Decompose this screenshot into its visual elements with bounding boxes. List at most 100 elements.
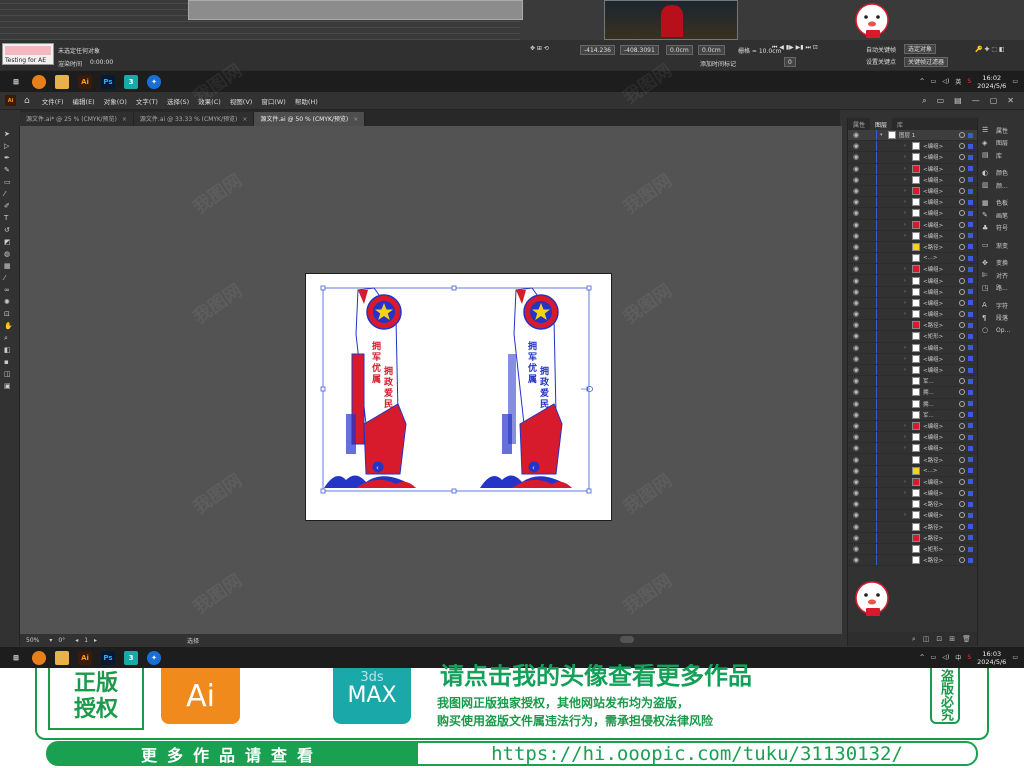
layer-row[interactable]: ◉ <路径> bbox=[848, 499, 977, 511]
layer-row[interactable]: ◉ › <编组> bbox=[848, 197, 977, 209]
layer-name[interactable]: <路径> bbox=[923, 534, 959, 542]
layer-name[interactable]: <编组> bbox=[923, 478, 959, 486]
auto-key-option[interactable]: 自动关键帧 bbox=[866, 45, 896, 54]
layer-row[interactable]: ◉ › <编组> bbox=[848, 152, 977, 164]
layer-row[interactable]: ◉ › <编组> bbox=[848, 264, 977, 276]
visibility-eye-icon[interactable]: ◉ bbox=[848, 221, 864, 229]
expand-chevron-icon[interactable]: › bbox=[904, 289, 912, 295]
layer-name[interactable]: <编组> bbox=[923, 277, 959, 285]
rotate-tool-icon[interactable]: ↺ bbox=[4, 226, 16, 234]
selection-indicator[interactable] bbox=[968, 188, 973, 194]
target-icon[interactable] bbox=[959, 344, 965, 351]
coord-y-field[interactable]: -408.3091 bbox=[620, 45, 660, 55]
tab-doc-2[interactable]: 源文件.ai @ 33.33 % (CMYK/预览) × bbox=[133, 112, 255, 126]
expand-chevron-icon[interactable]: › bbox=[904, 166, 912, 172]
notification-icon[interactable]: ▭ bbox=[1012, 654, 1018, 661]
visibility-eye-icon[interactable]: ◉ bbox=[848, 310, 864, 318]
selection-indicator[interactable] bbox=[968, 445, 973, 451]
selection-indicator[interactable] bbox=[968, 345, 973, 351]
menu-help[interactable]: 帮助(H) bbox=[295, 96, 318, 106]
illustrator-icon[interactable]: Ai bbox=[78, 650, 92, 665]
expand-chevron-icon[interactable]: › bbox=[904, 423, 912, 429]
visibility-eye-icon[interactable]: ◉ bbox=[848, 355, 864, 363]
selected-object-dropdown[interactable]: 选定对象 bbox=[904, 44, 937, 54]
panel-properties[interactable]: ☰ 属性 bbox=[978, 124, 1024, 137]
layer-name[interactable]: <路径> bbox=[923, 500, 959, 508]
zoom-field[interactable]: 50% bbox=[26, 637, 39, 644]
layer-row[interactable]: ◉ <路径> bbox=[848, 555, 977, 567]
expand-chevron-icon[interactable]: › bbox=[904, 367, 912, 373]
panel-layers[interactable]: ◈ 图层 bbox=[978, 137, 1024, 150]
visibility-eye-icon[interactable]: ◉ bbox=[848, 377, 864, 385]
layer-name[interactable]: <编组> bbox=[923, 165, 959, 173]
target-icon[interactable] bbox=[959, 311, 965, 318]
maximize-icon[interactable]: ▢ bbox=[990, 96, 998, 106]
layer-name[interactable]: <编组> bbox=[923, 489, 959, 497]
menu-select[interactable]: 选择(S) bbox=[167, 96, 189, 106]
target-icon[interactable] bbox=[959, 355, 965, 362]
pen-tool-icon[interactable]: ✒ bbox=[4, 154, 16, 162]
layer-row[interactable]: ◉ › <编组> bbox=[848, 219, 977, 231]
layer-name[interactable]: <编组> bbox=[923, 355, 959, 363]
target-icon[interactable] bbox=[959, 143, 965, 150]
menu-effect[interactable]: 效果(C) bbox=[198, 96, 221, 106]
add-time-tag-button[interactable]: 添加时间标记 bbox=[700, 59, 736, 68]
workspace-icon[interactable]: ▤ bbox=[954, 96, 962, 106]
volume-icon[interactable]: ◁) bbox=[942, 654, 949, 661]
network-icon[interactable]: ▭ bbox=[931, 654, 937, 661]
target-icon[interactable] bbox=[959, 434, 965, 441]
target-icon[interactable] bbox=[959, 176, 965, 183]
layer-name[interactable]: <矩形> bbox=[923, 545, 959, 553]
direct-selection-tool-icon[interactable]: ▷ bbox=[4, 142, 16, 150]
menu-object[interactable]: 对象(O) bbox=[104, 96, 127, 106]
selection-indicator[interactable] bbox=[968, 210, 973, 216]
target-icon[interactable] bbox=[959, 411, 965, 418]
expand-chevron-icon[interactable]: › bbox=[904, 266, 912, 272]
zoom-tool-icon[interactable]: ⌕ bbox=[4, 334, 16, 342]
selection-indicator[interactable] bbox=[968, 278, 973, 284]
layer-name[interactable]: <编组> bbox=[923, 209, 959, 217]
visibility-eye-icon[interactable]: ◉ bbox=[848, 209, 864, 217]
target-icon[interactable] bbox=[959, 467, 965, 474]
layer-row[interactable]: ◉ › <编组> bbox=[848, 443, 977, 455]
layer-row[interactable]: ◉ › <编组> bbox=[848, 309, 977, 321]
selection-indicator[interactable] bbox=[968, 233, 973, 239]
selection-indicator[interactable] bbox=[968, 356, 973, 362]
target-icon[interactable] bbox=[959, 512, 965, 519]
layer-name[interactable]: <矩形> bbox=[923, 332, 959, 340]
visibility-eye-icon[interactable]: ◉ bbox=[848, 142, 864, 150]
notification-icon[interactable]: ▭ bbox=[1012, 78, 1018, 85]
visibility-eye-icon[interactable]: ◉ bbox=[848, 243, 864, 251]
layer-name[interactable]: <路径> bbox=[923, 243, 959, 251]
target-icon[interactable] bbox=[959, 546, 965, 553]
rectangle-tool-icon[interactable]: ▭ bbox=[4, 178, 16, 186]
layer-name[interactable]: <编组> bbox=[923, 444, 959, 452]
artboard-prev-icon[interactable]: ◂ bbox=[75, 637, 78, 644]
layer-name[interactable]: <路径> bbox=[923, 456, 959, 464]
visibility-eye-icon[interactable]: ◉ bbox=[848, 411, 864, 419]
selection-indicator[interactable] bbox=[968, 412, 973, 418]
expand-chevron-icon[interactable]: › bbox=[904, 222, 912, 228]
rotate-field[interactable]: 0° bbox=[58, 637, 65, 644]
new-layer-icon[interactable]: ⊞ bbox=[949, 635, 955, 643]
layer-row[interactable]: ◉ › <编组> bbox=[848, 230, 977, 242]
panel-pathfinder[interactable]: ◳ 路... bbox=[978, 282, 1024, 295]
visibility-eye-icon[interactable]: ◉ bbox=[848, 176, 864, 184]
expand-chevron-icon[interactable]: › bbox=[904, 278, 912, 284]
selection-indicator[interactable] bbox=[968, 546, 973, 552]
target-icon[interactable] bbox=[959, 210, 965, 217]
target-icon[interactable] bbox=[959, 478, 965, 485]
visibility-eye-icon[interactable]: ◉ bbox=[848, 467, 864, 475]
shaper-tool-icon[interactable]: ✐ bbox=[4, 202, 16, 210]
layer-name[interactable]: <编组> bbox=[923, 221, 959, 229]
target-icon[interactable] bbox=[959, 165, 965, 172]
target-icon[interactable] bbox=[959, 367, 965, 374]
selection-indicator[interactable] bbox=[968, 468, 973, 474]
layer-row[interactable]: ◉ ▾ 图层 1 bbox=[848, 130, 977, 142]
visibility-eye-icon[interactable]: ◉ bbox=[848, 400, 864, 408]
make-clipping-mask-icon[interactable]: ◫ bbox=[923, 635, 930, 643]
3dsmax-icon[interactable]: 3 bbox=[124, 650, 138, 665]
selection-indicator[interactable] bbox=[968, 199, 973, 205]
close-tab-icon[interactable]: × bbox=[242, 116, 247, 123]
app-icon[interactable]: ✦ bbox=[147, 74, 161, 89]
